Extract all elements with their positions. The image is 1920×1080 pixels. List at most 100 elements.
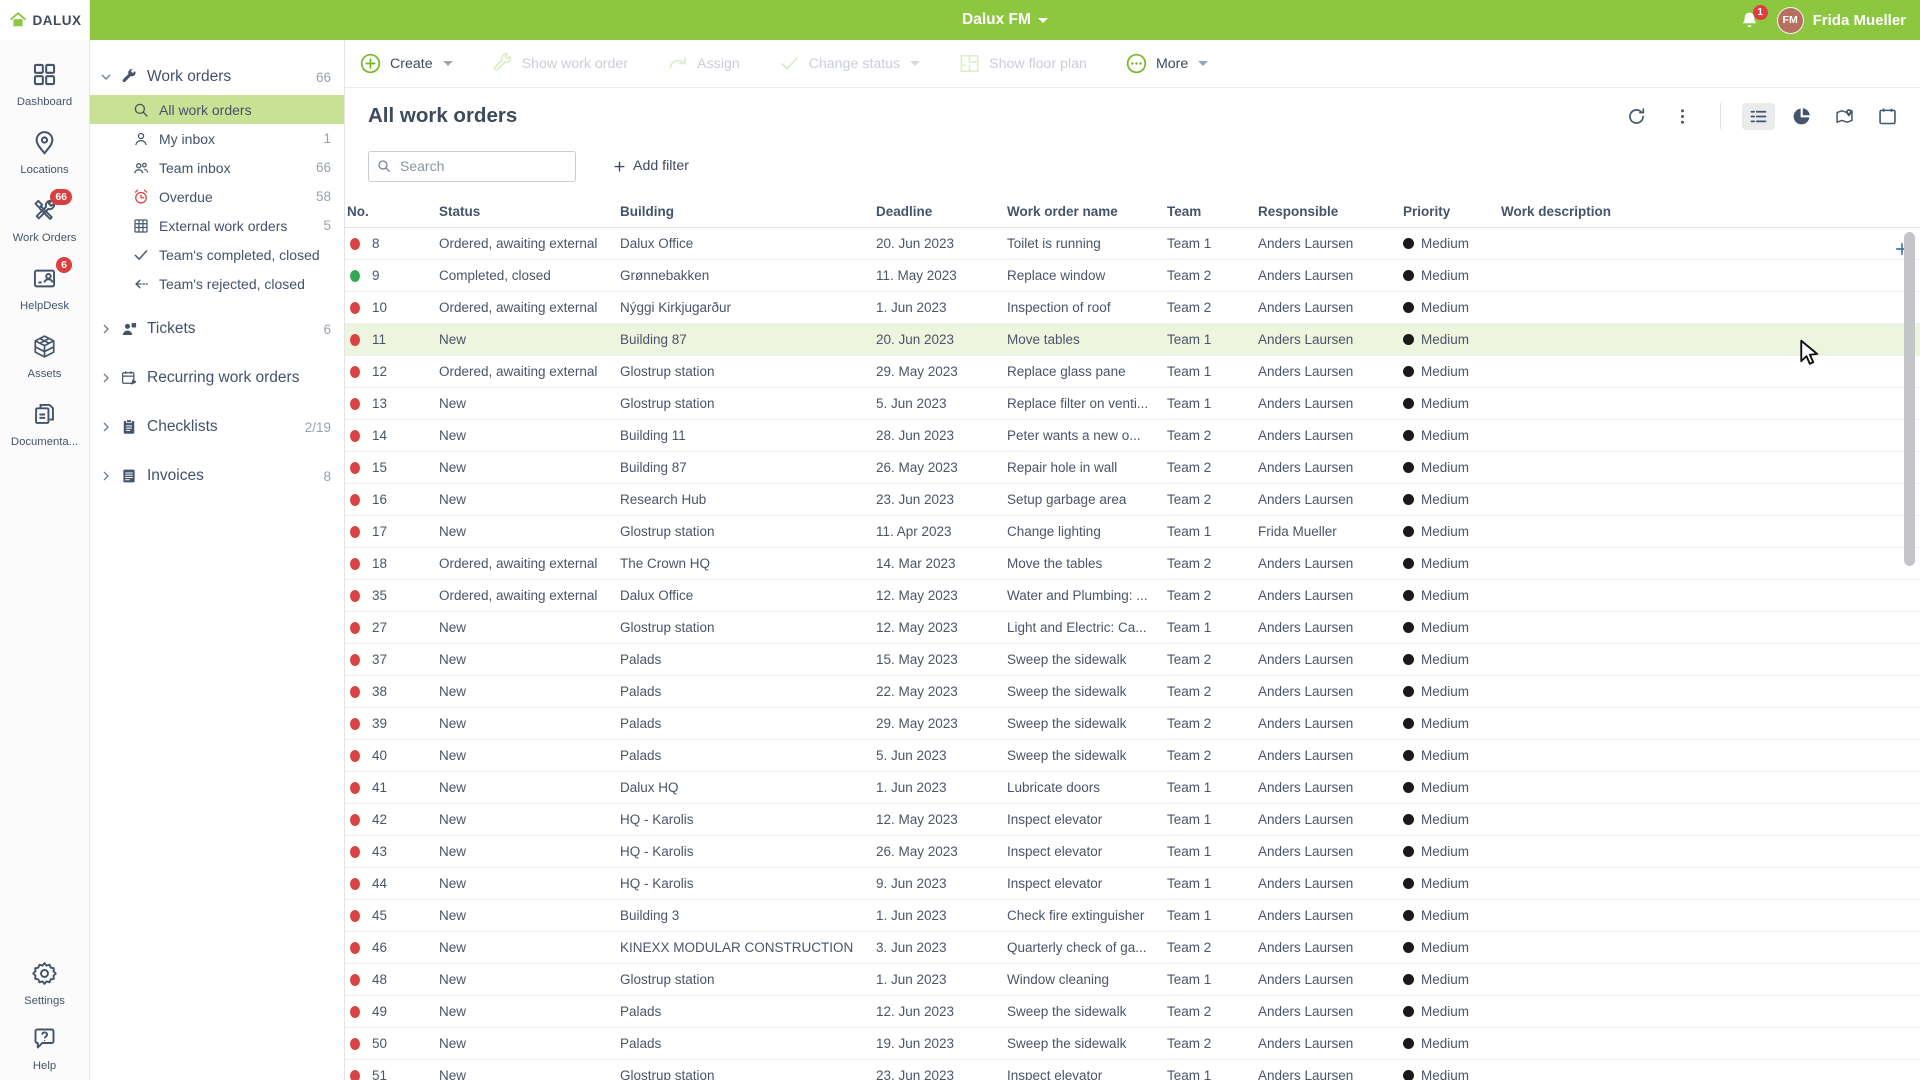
column-header[interactable]: Work order name bbox=[1005, 204, 1165, 219]
sidebar-section-tickets[interactable]: Tickets 6 bbox=[90, 311, 344, 347]
table-row[interactable]: 45 New Building 3 1. Jun 2023 Check fire… bbox=[345, 900, 1920, 932]
view-icon bbox=[1834, 106, 1855, 127]
chevron-icon[interactable] bbox=[98, 419, 114, 435]
cell-responsible: Anders Laursen bbox=[1256, 236, 1401, 251]
sidebar-section-invoices[interactable]: Invoices 8 bbox=[90, 458, 344, 494]
sidebar-section-checklists[interactable]: Checklists 2/19 bbox=[90, 409, 344, 445]
table-row[interactable]: 13 New Glostrup station 5. Jun 2023 Repl… bbox=[345, 388, 1920, 420]
view-list-button[interactable] bbox=[1742, 103, 1775, 130]
table-row[interactable]: 44 New HQ - Karolis 9. Jun 2023 Inspect … bbox=[345, 868, 1920, 900]
table-row[interactable]: 37 New Palads 15. May 2023 Sweep the sid… bbox=[345, 644, 1920, 676]
nav-settings[interactable]: Settings bbox=[0, 960, 89, 1007]
search-input[interactable] bbox=[368, 151, 576, 182]
table-row[interactable]: 10 Ordered, awaiting external Nýggi Kirk… bbox=[345, 292, 1920, 324]
divider bbox=[1720, 103, 1721, 129]
cell-priority: Medium bbox=[1401, 1068, 1499, 1080]
column-header[interactable]: Status bbox=[437, 204, 618, 219]
dalux-logo[interactable]: DALUX bbox=[0, 0, 89, 40]
sidebar-item-external-work-orders[interactable]: External work orders 5 bbox=[90, 211, 344, 240]
view-map-button[interactable] bbox=[1828, 103, 1861, 130]
column-header[interactable]: Building bbox=[618, 204, 874, 219]
cell-priority: Medium bbox=[1401, 1004, 1499, 1019]
cell-no: 51 bbox=[345, 1068, 437, 1080]
sidebar-item-teams-completed[interactable]: Team's completed, closed bbox=[90, 240, 344, 269]
table-row[interactable]: 14 New Building 11 28. Jun 2023 Peter wa… bbox=[345, 420, 1920, 452]
table-row[interactable]: 27 New Glostrup station 12. May 2023 Lig… bbox=[345, 612, 1920, 644]
priority-dot bbox=[1403, 974, 1414, 985]
cell-no: 16 bbox=[345, 492, 437, 507]
chevron-icon[interactable] bbox=[98, 321, 114, 337]
column-header[interactable]: Deadline bbox=[874, 204, 1005, 219]
cell-work-order-name: Inspect elevator bbox=[1005, 1068, 1165, 1080]
table-row[interactable]: 11 New Building 87 20. Jun 2023 Move tab… bbox=[345, 324, 1920, 356]
table-row[interactable]: 35 Ordered, awaiting external Dalux Offi… bbox=[345, 580, 1920, 612]
sidebar-item-icon bbox=[132, 275, 150, 293]
avatar[interactable]: FM bbox=[1777, 7, 1804, 34]
more-options-button[interactable] bbox=[1666, 103, 1699, 130]
table-row[interactable]: 18 Ordered, awaiting external The Crown … bbox=[345, 548, 1920, 580]
column-header[interactable]: Responsible bbox=[1256, 204, 1401, 219]
cell-team: Team 1 bbox=[1165, 844, 1256, 859]
nav-locations[interactable]: Locations bbox=[0, 129, 89, 176]
cell-deadline: 9. Jun 2023 bbox=[874, 876, 1005, 891]
table-row[interactable]: 40 New Palads 5. Jun 2023 Sweep the side… bbox=[345, 740, 1920, 772]
view-calendar-button[interactable] bbox=[1871, 103, 1904, 130]
nav-dashboard[interactable]: Dashboard bbox=[0, 61, 89, 108]
app-title-menu[interactable]: Dalux FM bbox=[90, 11, 1920, 29]
nav-helpdesk[interactable]: 6 HelpDesk bbox=[0, 265, 89, 312]
nav-assets[interactable]: Assets bbox=[0, 333, 89, 380]
cell-responsible: Anders Laursen bbox=[1256, 972, 1401, 987]
nav-help[interactable]: Help bbox=[0, 1025, 89, 1072]
table-row[interactable]: 15 New Building 87 26. May 2023 Repair h… bbox=[345, 452, 1920, 484]
table-row[interactable]: 51 New Glostrup station 23. Jun 2023 Ins… bbox=[345, 1060, 1920, 1080]
nav-work-orders[interactable]: 66 Work Orders bbox=[0, 197, 89, 244]
sidebar-item-teams-rejected[interactable]: Team's rejected, closed bbox=[90, 269, 344, 298]
table-row[interactable]: 43 New HQ - Karolis 26. May 2023 Inspect… bbox=[345, 836, 1920, 868]
nav-documentation[interactable]: Documenta... bbox=[0, 401, 89, 448]
notifications-button[interactable]: 1 bbox=[1739, 10, 1760, 31]
table-row[interactable]: 49 New Palads 12. Jun 2023 Sweep the sid… bbox=[345, 996, 1920, 1028]
sidebar-section-work-orders[interactable]: Work orders 66 bbox=[90, 59, 344, 95]
table-row[interactable]: 17 New Glostrup station 11. Apr 2023 Cha… bbox=[345, 516, 1920, 548]
main-content: Create Show work order Assign Change sta… bbox=[345, 40, 1920, 1080]
cell-work-order-name: Sweep the sidewalk bbox=[1005, 1004, 1165, 1019]
priority-dot bbox=[1403, 846, 1414, 857]
column-header[interactable]: Team bbox=[1165, 204, 1256, 219]
view-chart-button[interactable] bbox=[1785, 103, 1818, 130]
table-row[interactable]: 50 New Palads 19. Jun 2023 Sweep the sid… bbox=[345, 1028, 1920, 1060]
sidebar-section-recurring-work-orders[interactable]: Recurring work orders bbox=[90, 360, 344, 396]
table-row[interactable]: 16 New Research Hub 23. Jun 2023 Setup g… bbox=[345, 484, 1920, 516]
table-row[interactable]: 12 Ordered, awaiting external Glostrup s… bbox=[345, 356, 1920, 388]
chevron-icon[interactable] bbox=[98, 69, 114, 85]
chevron-icon[interactable] bbox=[98, 370, 114, 386]
vertical-scrollbar[interactable] bbox=[1904, 232, 1915, 566]
cell-team: Team 2 bbox=[1165, 748, 1256, 763]
add-filter-button[interactable]: Add filter bbox=[612, 158, 689, 174]
status-dot bbox=[350, 750, 360, 762]
table-row[interactable]: 38 New Palads 22. May 2023 Sweep the sid… bbox=[345, 676, 1920, 708]
chevron-icon[interactable] bbox=[98, 468, 114, 484]
sidebar-item-team-inbox[interactable]: Team inbox 66 bbox=[90, 153, 344, 182]
table-row[interactable]: 46 New KINEXX MODULAR CONSTRUCTION 3. Ju… bbox=[345, 932, 1920, 964]
sidebar-item-count: 66 bbox=[310, 70, 331, 85]
column-header[interactable]: Priority bbox=[1401, 204, 1499, 219]
table-row[interactable]: 9 Completed, closed Grønnebakken 11. May… bbox=[345, 260, 1920, 292]
sidebar-item-my-inbox[interactable]: My inbox 1 bbox=[90, 124, 344, 153]
refresh-button[interactable] bbox=[1620, 103, 1653, 130]
sidebar-item-all-work-orders[interactable]: All work orders bbox=[90, 95, 344, 124]
table-row[interactable]: 48 New Glostrup station 1. Jun 2023 Wind… bbox=[345, 964, 1920, 996]
table-row[interactable]: 8 Ordered, awaiting external Dalux Offic… bbox=[345, 228, 1920, 260]
table-row[interactable]: 42 New HQ - Karolis 12. May 2023 Inspect… bbox=[345, 804, 1920, 836]
cell-work-order-name: Sweep the sidewalk bbox=[1005, 1036, 1165, 1051]
user-name[interactable]: Frida Mueller bbox=[1813, 12, 1906, 29]
create-button[interactable]: Create bbox=[359, 52, 453, 75]
table-row[interactable]: 39 New Palads 29. May 2023 Sweep the sid… bbox=[345, 708, 1920, 740]
sidebar-item-label: Team's rejected, closed bbox=[159, 276, 305, 292]
column-header[interactable]: Work description bbox=[1499, 204, 1892, 219]
sidebar-item-overdue[interactable]: Overdue 58 bbox=[90, 182, 344, 211]
cell-priority: Medium bbox=[1401, 396, 1499, 411]
column-header[interactable]: No. bbox=[345, 204, 437, 219]
cell-building: Palads bbox=[618, 716, 874, 731]
table-row[interactable]: 41 New Dalux HQ 1. Jun 2023 Lubricate do… bbox=[345, 772, 1920, 804]
more-button[interactable]: More bbox=[1125, 52, 1208, 75]
